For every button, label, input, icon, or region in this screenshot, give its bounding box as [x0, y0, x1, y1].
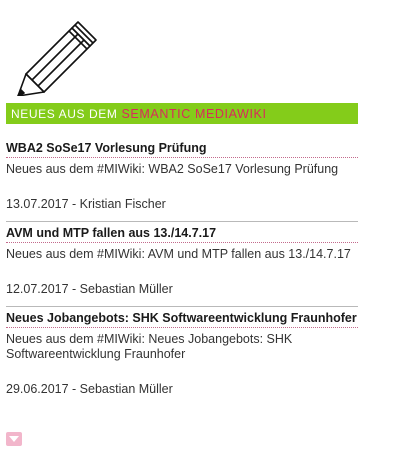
news-item-title[interactable]: AVM und MTP fallen aus 13./14.7.17 — [6, 226, 358, 243]
pencil-icon — [17, 21, 97, 96]
show-more-button[interactable] — [6, 432, 22, 446]
news-list: WBA2 SoSe17 Vorlesung Prüfung Neues aus … — [6, 141, 358, 406]
chevron-down-icon — [9, 435, 19, 442]
news-item: AVM und MTP fallen aus 13./14.7.17 Neues… — [6, 226, 358, 307]
news-item-body: Neues aus dem #MIWiki: Neues Jobangebots… — [6, 332, 293, 361]
news-item-meta: 13.07.2017 - Kristian Fischer — [6, 197, 166, 211]
news-item-body: Neues aus dem #MIWiki: AVM und MTP falle… — [6, 247, 351, 261]
news-item: Neues Jobangebots: SHK Softwareentwicklu… — [6, 311, 358, 406]
news-item-body: Neues aus dem #MIWiki: WBA2 SoSe17 Vorle… — [6, 162, 339, 176]
news-item-title[interactable]: Neues Jobangebots: SHK Softwareentwicklu… — [6, 311, 358, 328]
news-item-meta: 12.07.2017 - Sebastian Müller — [6, 282, 173, 296]
news-item-title[interactable]: WBA2 SoSe17 Vorlesung Prüfung — [6, 141, 358, 158]
news-item-meta: 29.06.2017 - Sebastian Müller — [6, 382, 173, 396]
banner-prefix: NEUES AUS DEM — [11, 106, 118, 121]
news-item: WBA2 SoSe17 Vorlesung Prüfung Neues aus … — [6, 141, 358, 222]
semantic-mediawiki-link[interactable]: SEMANTIC MEDIAWIKI — [122, 107, 267, 121]
news-banner: NEUES AUS DEM SEMANTIC MEDIAWIKI — [6, 103, 358, 124]
